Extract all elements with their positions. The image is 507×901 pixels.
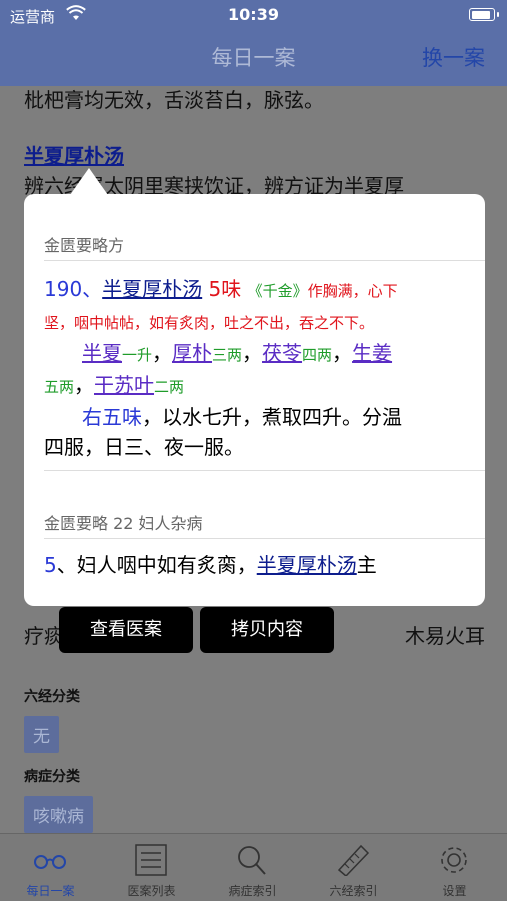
formula-entry: 190、半夏厚朴汤 5味 《千金》作胸满，心下 坚，咽中帖帖，如有炙肉，吐之不出… (44, 274, 467, 462)
method-text: ，以水七升，煮取四升。分温 (142, 405, 402, 429)
liujing-tag[interactable]: 无 (24, 716, 59, 753)
divider (44, 260, 485, 261)
gear-icon (434, 844, 474, 876)
herb-dose: 五两 (44, 378, 75, 396)
clause-tail: 主 (356, 553, 377, 577)
tab-six-channels-index[interactable]: 六经索引 (303, 834, 404, 901)
herb-separator: ， (332, 341, 353, 365)
herb-list: 半夏一升，厚朴三两，茯苓四两，生姜 五两，干苏叶二两 (44, 341, 392, 397)
formula-popover: 金匮要略方 190、半夏厚朴汤 5味 《千金》作胸满，心下 坚，咽中帖帖，如有炙… (24, 194, 485, 606)
herb-name-link[interactable]: 茯苓 (262, 341, 302, 365)
next-case-button[interactable]: 换一案 (422, 42, 485, 72)
tab-label: 设置 (442, 884, 467, 898)
section-title: 金匮要略 22 妇人杂病 (44, 514, 203, 533)
herb-name-link[interactable]: 厚朴 (172, 341, 212, 365)
tab-settings[interactable]: 设置 (404, 834, 505, 901)
ruler-icon (333, 844, 373, 878)
entry-number: 190、 (44, 277, 103, 301)
section-title: 金匮要略方 (44, 236, 125, 255)
herb-dose: 三两 (212, 346, 243, 364)
case-text-line: 枇杷膏均无效，舌淡苔白，脉弦。 (24, 88, 324, 112)
tab-case-list[interactable]: 医案列表 (101, 834, 202, 901)
herb-dose: 二两 (154, 378, 185, 396)
clause-number: 5 (44, 553, 57, 577)
divider (44, 470, 485, 471)
status-bar: 运营商 10:39 (0, 0, 507, 30)
bingzheng-tag[interactable]: 咳嗽病 (24, 796, 93, 833)
herb-dose: 四两 (302, 346, 333, 364)
tab-bar: 每日一案 医案列表 病症索引 六经索引 设置 (0, 833, 507, 901)
battery-icon (469, 8, 499, 21)
herb-separator: ， (74, 373, 95, 397)
herb-name-link[interactable]: 干苏叶 (94, 373, 154, 397)
list-icon (131, 844, 171, 876)
entry-count: 5味 (208, 277, 242, 301)
view-case-button[interactable]: 查看医案 (59, 607, 193, 653)
clause-entry: 5、妇人咽中如有炙脔，半夏厚朴汤主 (44, 550, 467, 580)
tab-label: 医案列表 (127, 884, 176, 898)
tab-label: 六经索引 (329, 884, 378, 898)
herb-name-link[interactable]: 半夏 (82, 341, 122, 365)
tab-label: 每日一案 (26, 884, 75, 898)
method-text: 四服，日三、夜一服。 (44, 435, 244, 459)
method-lead: 右五味 (82, 405, 142, 429)
tab-daily-case[interactable]: 每日一案 (0, 834, 101, 901)
formula-link[interactable]: 半夏厚朴汤 (24, 140, 124, 169)
case-text-line: 疗痰 (24, 624, 64, 648)
liujing-heading: 六经分类 (24, 689, 80, 705)
divider (44, 538, 485, 539)
case-text-line: 木易火耳 (405, 624, 485, 648)
clause-formula-link[interactable]: 半夏厚朴汤 (257, 553, 357, 577)
herb-separator: ， (152, 341, 173, 365)
copy-content-button[interactable]: 拷贝内容 (200, 607, 334, 653)
entry-desc: 坚，咽中帖帖，如有炙肉，吐之不出，吞之不下。 (44, 314, 375, 332)
navigation-bar: 每日一案 换一案 (0, 30, 507, 86)
entry-source: 《千金》 (247, 282, 308, 300)
herb-name-link[interactable]: 生姜 (352, 341, 392, 365)
herb-dose: 一升 (122, 346, 153, 364)
herb-separator: ， (242, 341, 263, 365)
bingzheng-heading: 病症分类 (24, 769, 80, 785)
glasses-icon (30, 844, 70, 876)
tab-symptom-index[interactable]: 病症索引 (202, 834, 303, 901)
entry-desc: 作胸满，心下 (307, 282, 398, 300)
popover-arrow (70, 168, 108, 195)
clock: 10:39 (228, 5, 279, 24)
clause-text: 、妇人咽中如有炙脔， (56, 553, 257, 577)
search-icon (232, 844, 272, 876)
entry-formula-link[interactable]: 半夏厚朴汤 (102, 277, 202, 301)
tab-label: 病症索引 (228, 884, 277, 898)
